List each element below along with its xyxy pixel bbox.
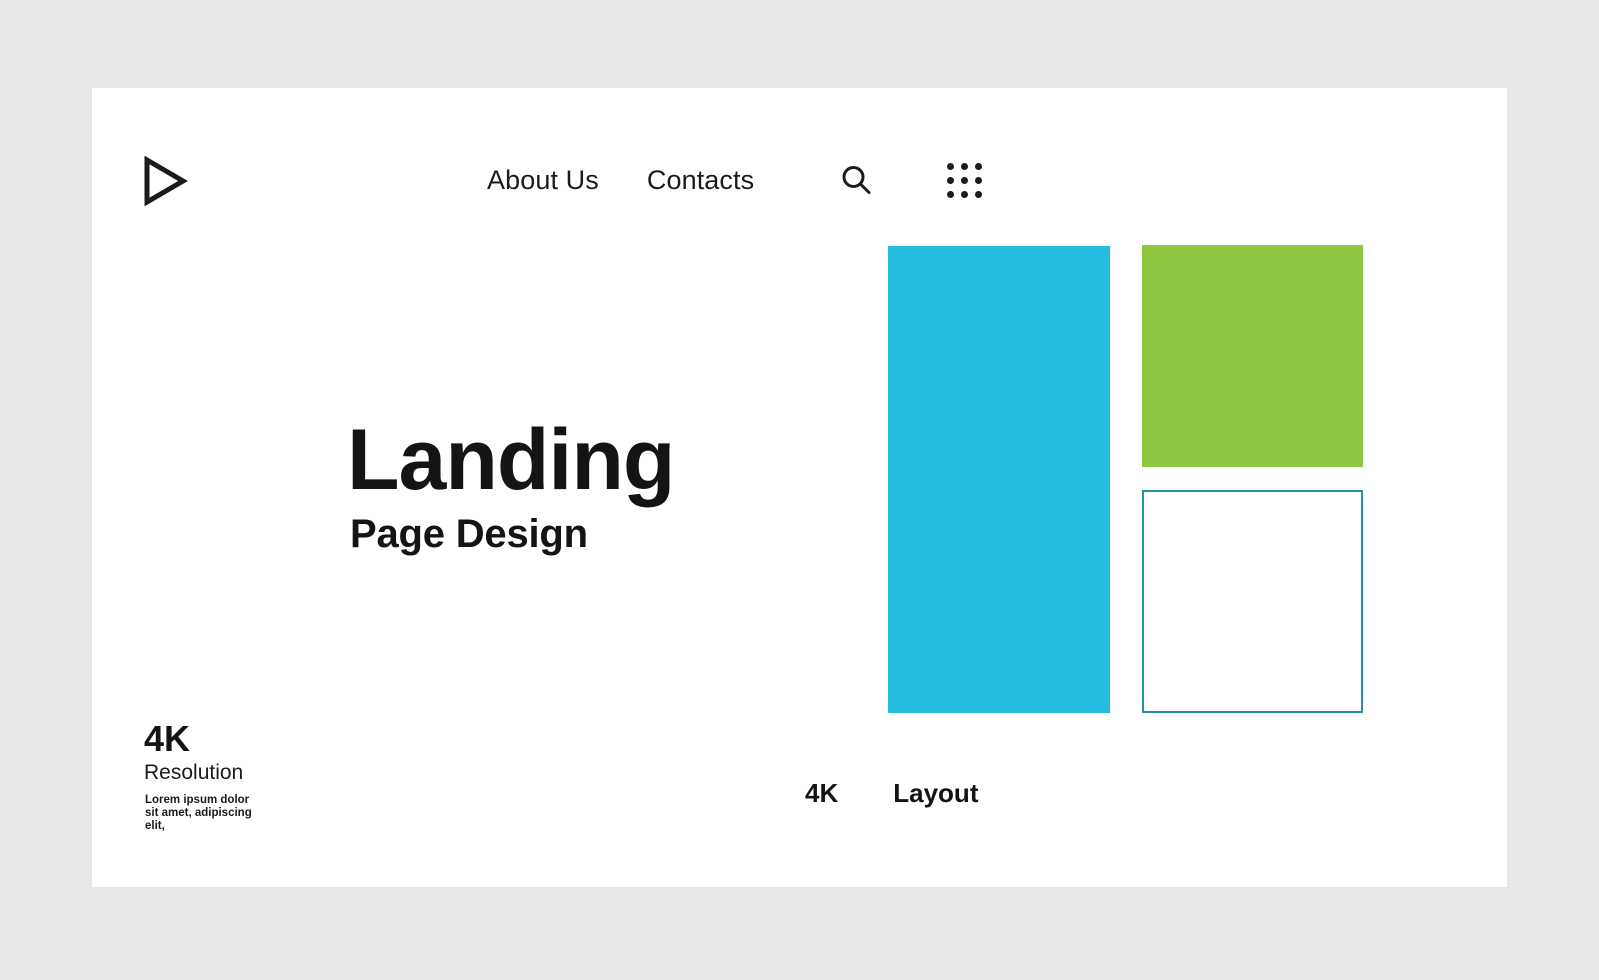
resolution-value: 4K — [144, 718, 191, 759]
site-header: About Us Contacts — [92, 88, 1507, 268]
caption-layout-label: Layout — [893, 778, 979, 808]
grid-dot — [974, 162, 982, 170]
grid-dot — [960, 190, 968, 198]
search-icon[interactable] — [836, 160, 876, 200]
outline-panel-shape — [1142, 490, 1363, 713]
grid-dot — [946, 162, 954, 170]
nav-item-about-us[interactable]: About Us — [487, 160, 599, 200]
landing-page-mockup: About Us Contacts Landing Page Design 4K… — [0, 0, 1599, 980]
blue-panel-shape — [888, 246, 1110, 713]
hero-text-block: Landing Page Design — [347, 412, 675, 558]
grid-dot — [946, 176, 954, 184]
grid-dot — [974, 190, 982, 198]
page-title: Landing — [347, 412, 675, 508]
caption-resolution-value: 4K — [805, 778, 839, 808]
grid-dot — [960, 176, 968, 184]
resolution-description: Lorem ipsum dolor sit amet, adipiscing e… — [145, 794, 252, 832]
resolution-label: Resolution — [144, 761, 244, 784]
grid-dots — [946, 162, 982, 198]
main-navigation: About Us Contacts — [487, 160, 984, 200]
green-panel-shape — [1142, 245, 1363, 467]
grid-dot — [946, 190, 954, 198]
grid-dot — [960, 162, 968, 170]
grid-menu-icon[interactable] — [944, 160, 984, 200]
page-subtitle: Page Design — [350, 512, 588, 556]
grid-dot — [974, 176, 982, 184]
layout-caption-row: 4K Layout — [805, 778, 978, 808]
landing-page-card: About Us Contacts Landing Page Design 4K… — [92, 88, 1507, 887]
play-triangle-outline-icon[interactable] — [142, 155, 188, 207]
resolution-info-block: 4K Resolution Lorem ipsum dolor sit amet… — [144, 720, 265, 833]
nav-item-contacts[interactable]: Contacts — [647, 160, 754, 200]
